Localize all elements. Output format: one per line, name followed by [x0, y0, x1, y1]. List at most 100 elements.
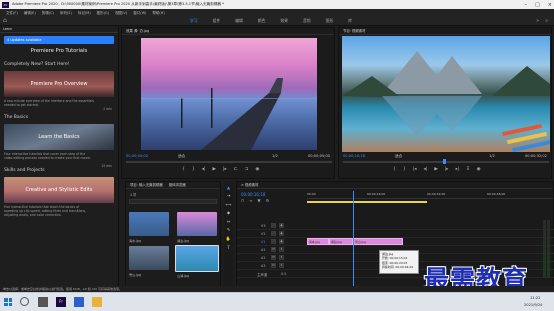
step-forward-icon[interactable]: |▸ — [223, 167, 227, 172]
project-thumbnail[interactable] — [129, 246, 169, 270]
timeline-ruler[interactable]: 00;00 00;00;16;00 00;00;32;00 00;00;48;0… — [307, 191, 553, 199]
tutorial-thumbnail[interactable]: Learn the Basics — [4, 124, 114, 150]
program-timecode[interactable]: 00;00;16;18 — [343, 154, 365, 158]
timeline-tab[interactable]: × 视频素材 — [237, 182, 553, 189]
timeline-playhead[interactable] — [353, 191, 354, 289]
overwrite-icon[interactable]: ⊐ — [245, 167, 249, 172]
ripple-edit-tool-icon[interactable]: ⟷ — [224, 202, 233, 207]
workspace-tab-learn[interactable]: 学习 — [190, 18, 198, 24]
source-timecode[interactable]: 00;00;00;00 — [126, 154, 148, 158]
timeline-clip[interactable]: 湖泊.jpg — [329, 238, 353, 245]
project-tab[interactable]: 项目: 输入无篇剪辑器 — [130, 182, 163, 188]
minimize-icon[interactable]: – — [525, 2, 528, 8]
premiere-taskbar-icon[interactable]: Pr — [56, 297, 66, 307]
source-scrub-bar[interactable] — [126, 161, 332, 163]
tutorial-thumbnail[interactable]: Premiere Pro Overview — [4, 71, 114, 97]
marker-icon[interactable]: ▼ — [257, 198, 260, 203]
program-page[interactable]: 1/2 — [489, 154, 495, 158]
tutorial-card-overview[interactable]: Premiere Pro Overview A two-minute overv… — [4, 71, 114, 111]
project-thumbnail[interactable] — [177, 212, 217, 236]
play-icon[interactable]: ▶ — [213, 167, 216, 172]
workspace-tab-effects[interactable]: 效果 — [280, 18, 288, 24]
solo-icon[interactable]: S — [279, 247, 284, 252]
mute-icon[interactable]: M — [271, 247, 276, 252]
type-tool-icon[interactable]: T — [224, 245, 233, 250]
workspace-tab-assembly[interactable]: 组件 — [213, 18, 221, 24]
track-select-tool-icon[interactable]: ⇥ — [224, 193, 233, 198]
mark-in-icon[interactable]: { — [182, 167, 185, 172]
menu-marker[interactable]: 标记(M) — [78, 11, 91, 16]
project-search-input[interactable] — [129, 199, 217, 204]
workspace-tab-libraries[interactable]: 库 — [348, 18, 352, 24]
tutorial-thumbnail[interactable]: Creative and Stylistic Edits — [4, 177, 114, 203]
program-playhead[interactable] — [443, 159, 446, 164]
mark-in-icon[interactable]: { — [393, 167, 396, 172]
workspace-tab-editing[interactable]: 编辑 — [235, 18, 243, 24]
home-icon[interactable]: ⌂ — [3, 18, 9, 24]
step-back-icon[interactable]: ◂| — [202, 167, 206, 172]
clock-date[interactable]: 2021/9/24 — [524, 303, 542, 307]
menu-sequence[interactable]: 序列(S) — [60, 11, 72, 16]
step-forward-icon[interactable]: |▸ — [445, 167, 449, 172]
menu-view[interactable]: 视图(V) — [115, 11, 127, 16]
close-icon[interactable]: × — [548, 2, 552, 8]
linked-icon[interactable]: ∞ — [249, 198, 252, 203]
menu-clip[interactable]: 剪辑(C) — [42, 11, 54, 16]
menu-edit[interactable]: 编辑(E) — [24, 11, 36, 16]
export-frame-icon[interactable]: ◉ — [477, 167, 481, 172]
lock-icon[interactable]: ▫ — [271, 239, 276, 244]
workspace-tab-audio[interactable]: 音频 — [303, 18, 311, 24]
timeline-timecode[interactable]: 00;00;16;18 — [241, 192, 265, 197]
mark-out-icon[interactable]: } — [192, 167, 195, 172]
search-icon[interactable]: ⌕ — [545, 18, 548, 24]
eye-icon[interactable]: ◉ — [279, 223, 284, 228]
lock-icon[interactable]: ▫ — [271, 231, 276, 236]
task-view-icon[interactable] — [38, 297, 48, 307]
source-fit-select[interactable]: 适合 — [178, 154, 185, 159]
app-taskbar-icon[interactable] — [74, 297, 84, 307]
eye-icon[interactable]: ◉ — [279, 231, 284, 236]
media-browser-tab[interactable]: 媒体浏览器 — [169, 182, 186, 188]
export-frame-icon[interactable]: ◉ — [255, 167, 259, 172]
go-to-in-icon[interactable]: |◂ — [413, 167, 417, 172]
learn-panel-header[interactable]: Learn — [0, 27, 118, 33]
menu-file[interactable]: 文件(F) — [6, 11, 18, 16]
workspace-tab-graphics[interactable]: 图形 — [326, 18, 334, 24]
go-to-out-icon[interactable]: ▸| — [456, 167, 460, 172]
search-icon[interactable] — [20, 297, 29, 306]
lock-icon[interactable]: ▫ — [271, 223, 276, 228]
project-thumbnail-selected[interactable] — [175, 245, 219, 272]
work-area-bar[interactable] — [307, 201, 427, 203]
chevron-right-icon[interactable]: » — [536, 18, 539, 24]
project-thumbnail[interactable] — [129, 212, 169, 236]
insert-icon[interactable]: ⊏ — [234, 167, 238, 172]
source-monitor-tab[interactable]: 效果 源: 泊.jpg — [122, 28, 334, 35]
workspace-tab-color[interactable]: 颜色 — [258, 18, 266, 24]
menu-help[interactable]: 帮助(H) — [152, 11, 164, 16]
mute-icon[interactable]: M — [271, 255, 276, 260]
step-back-icon[interactable]: ◂| — [424, 167, 428, 172]
snap-icon[interactable]: ⊓ — [241, 198, 244, 203]
play-icon[interactable]: ▶ — [434, 167, 437, 172]
program-monitor-tab[interactable]: 节目: 视频素材 — [339, 28, 551, 35]
wrench-icon[interactable]: ⚙ — [266, 198, 270, 203]
mark-out-icon[interactable]: } — [403, 167, 406, 172]
source-page[interactable]: 1/2 — [272, 154, 278, 158]
menu-window[interactable]: 窗口(W) — [133, 11, 146, 16]
solo-icon[interactable]: S — [279, 255, 284, 260]
timeline-clip[interactable]: 雪山.jpg — [353, 238, 403, 245]
clock-time[interactable]: 11:22 — [530, 296, 540, 300]
timeline-clip[interactable]: 海水.jpg — [307, 238, 329, 245]
hand-tool-icon[interactable]: ✋ — [224, 236, 233, 242]
menu-graphics[interactable]: 图形(G) — [97, 11, 109, 16]
maximize-icon[interactable]: □ — [535, 2, 540, 8]
folder-taskbar-icon[interactable] — [92, 297, 102, 307]
tutorial-card-basics[interactable]: Learn the Basics Four interactive tutori… — [4, 124, 114, 168]
eye-icon[interactable]: ◉ — [279, 239, 284, 244]
razor-tool-icon[interactable]: ◆ — [224, 210, 233, 215]
lift-icon[interactable]: ⊼ — [466, 167, 469, 172]
program-scrub-bar[interactable] — [343, 161, 549, 163]
tutorial-card-creative[interactable]: Creative and Stylistic Edits Five intera… — [4, 177, 114, 217]
mute-icon[interactable]: M — [271, 263, 276, 268]
program-fit-select[interactable]: 适合 — [395, 154, 402, 159]
